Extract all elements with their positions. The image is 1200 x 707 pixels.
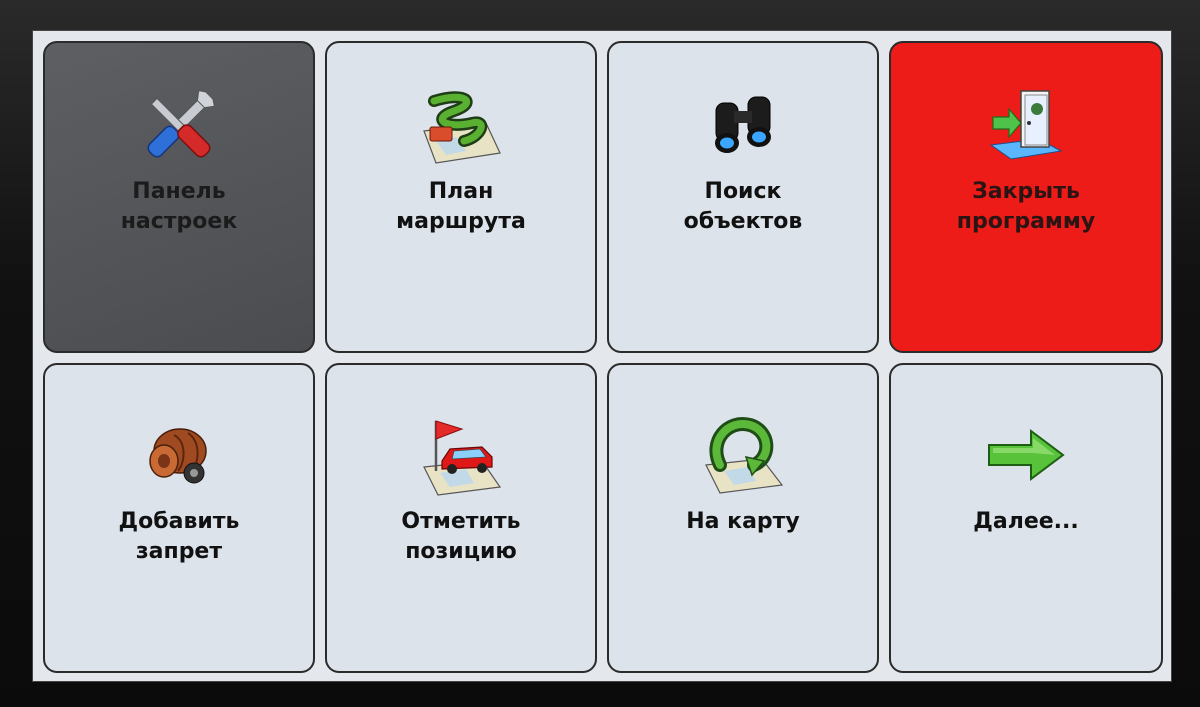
settings-panel-button[interactable]: Панель настроек [43, 41, 315, 353]
tile-label: План маршрута [396, 179, 526, 234]
mark-position-button[interactable]: Отметить позицию [325, 363, 597, 673]
menu-screen: Панель настроек План маршрута Поиск объе… [32, 30, 1172, 682]
route-plan-button[interactable]: План маршрута [325, 41, 597, 353]
next-button[interactable]: Далее... [889, 363, 1163, 673]
tile-label: Поиск объектов [683, 179, 803, 234]
tile-label: На карту [686, 509, 800, 534]
roadblock-icon [149, 428, 207, 484]
tools-icon [147, 90, 215, 158]
return-to-map-icon [705, 417, 784, 494]
close-program-button[interactable]: Закрыть программу [889, 41, 1163, 353]
tile-label: Добавить запрет [118, 509, 240, 564]
route-plan-icon [423, 91, 501, 164]
tile-label: Панель настроек [120, 179, 238, 234]
tile-label: Отметить позицию [401, 509, 521, 564]
to-map-button[interactable]: На карту [607, 363, 879, 673]
search-objects-button[interactable]: Поиск объектов [607, 41, 879, 353]
add-restriction-button[interactable]: Добавить запрет [43, 363, 315, 673]
binoculars-icon [715, 96, 771, 153]
tile-label: Закрыть программу [956, 179, 1096, 234]
flag-car-icon [423, 420, 502, 496]
arrow-right-icon [988, 429, 1065, 481]
tile-label: Далее... [973, 509, 1079, 534]
exit-door-icon [989, 90, 1063, 160]
